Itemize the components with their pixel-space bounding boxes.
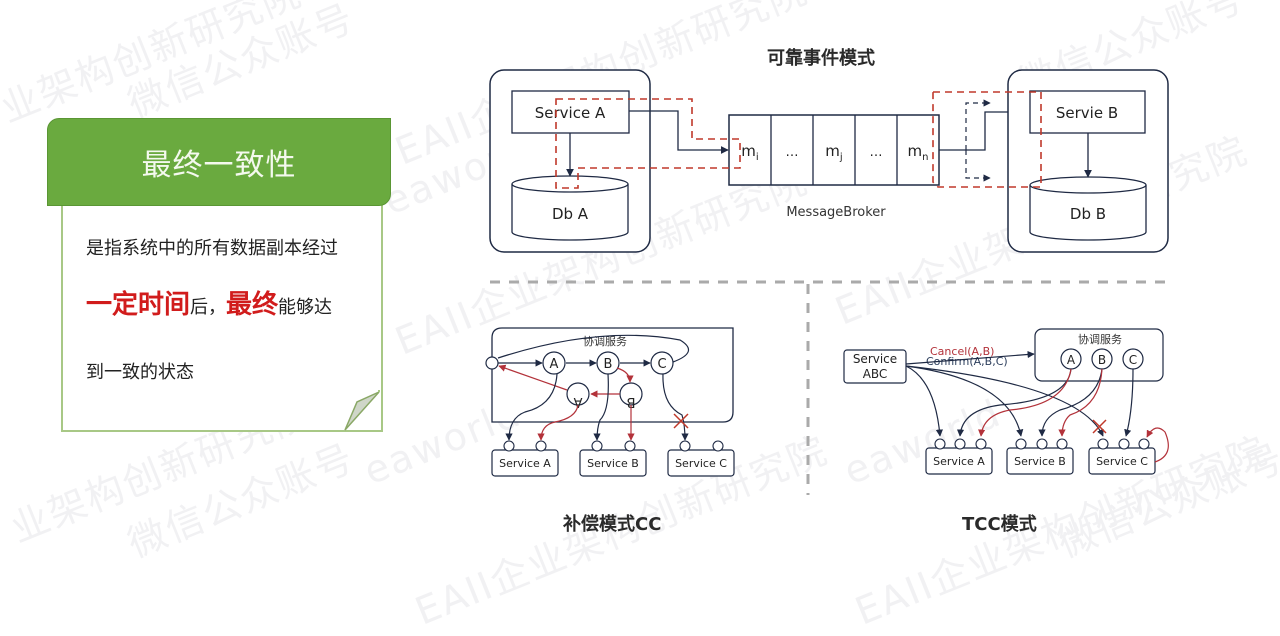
consume-retry-arrow bbox=[965, 99, 991, 150]
card-line-3: 到一致的状态 bbox=[86, 362, 194, 383]
tcc-node-b-label: B bbox=[1098, 353, 1106, 367]
consume-retry-arrow bbox=[965, 150, 991, 182]
card-line-2: 一定时间后，最终能够达 bbox=[86, 284, 332, 321]
cc-service-c-label: Service C bbox=[675, 457, 727, 470]
reliable-event-title: 可靠事件模式 bbox=[767, 48, 875, 69]
cc-service-b-label: Service B bbox=[587, 457, 639, 470]
emphasis-text: 一定时间 bbox=[86, 290, 191, 320]
cc-service-a-label: Service A bbox=[499, 457, 551, 470]
tcc-try-arrow bbox=[905, 365, 944, 437]
tcc-caller-label-line1: Service bbox=[853, 352, 897, 366]
db-b-label: Db B bbox=[1070, 205, 1106, 223]
card-body: 是指系统中的所有数据副本经过 一定时间后，最终能够达 到一致的状态 bbox=[61, 204, 383, 432]
tcc-title: TCC模式 bbox=[962, 514, 1037, 535]
tcc-coordinator-label: 协调服务 bbox=[1078, 332, 1122, 346]
tcc-try-arrow bbox=[905, 365, 1024, 437]
queue-cell-4: … bbox=[870, 145, 883, 160]
card-title: 最终一致性 bbox=[47, 118, 391, 206]
card-line-1: 是指系统中的所有数据副本经过 bbox=[86, 238, 338, 259]
page-curl-icon bbox=[344, 390, 380, 431]
queue-cell-2: … bbox=[786, 145, 799, 160]
card-line-2-mid: 后， bbox=[190, 297, 227, 318]
definition-card: 是指系统中的所有数据副本经过 一定时间后，最终能够达 到一致的状态 最终一致性 bbox=[45, 118, 391, 433]
cc-node-b-label: B bbox=[604, 357, 613, 372]
cc-node-a-label: A bbox=[550, 357, 559, 372]
tcc-node-a-label: A bbox=[1067, 353, 1076, 367]
tcc-service-c-label: Service C bbox=[1096, 455, 1148, 468]
tcc-node-c-label: C bbox=[1129, 353, 1137, 367]
tcc-service-b-label: Service B bbox=[1014, 455, 1066, 468]
tcc-failure-x-icon bbox=[1092, 419, 1107, 434]
cc-node-c-label: C bbox=[657, 357, 666, 372]
service-b-label: Servie B bbox=[1056, 104, 1118, 122]
tcc-caller-label-line2: ABC bbox=[863, 367, 888, 381]
emphasis-text: 最终 bbox=[226, 290, 279, 320]
message-broker-label: MessageBroker bbox=[786, 205, 886, 220]
compensation-title: 补偿模式CC bbox=[563, 514, 662, 535]
cc-start-node bbox=[485, 356, 499, 370]
db-a-label: Db A bbox=[552, 205, 589, 223]
tcc-service-a-label: Service A bbox=[933, 455, 985, 468]
card-line-2-end: 能够达 bbox=[278, 297, 333, 318]
service-a-label: Service A bbox=[535, 104, 606, 122]
